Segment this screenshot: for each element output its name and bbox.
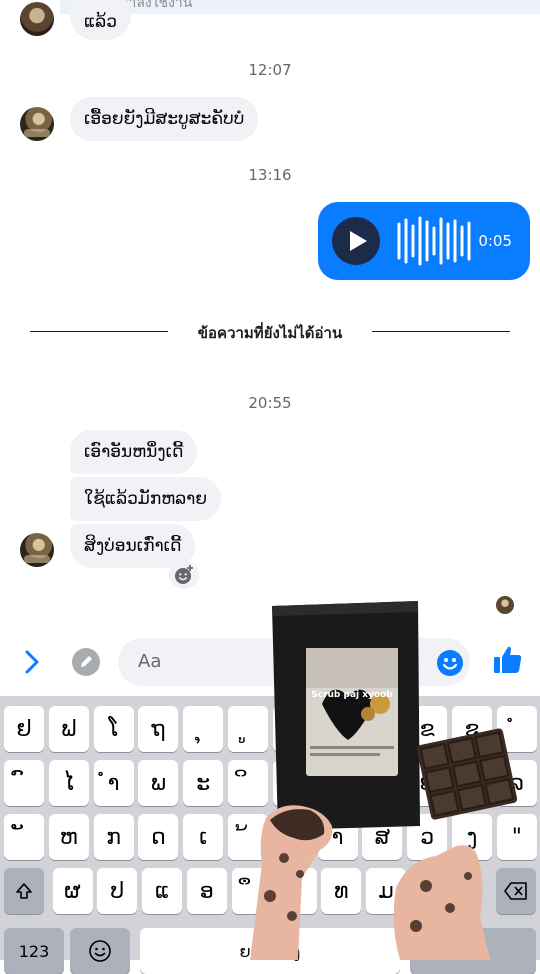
keyboard-key[interactable]: ຸ	[183, 706, 224, 752]
keyboard-key[interactable]: ໄ	[48, 760, 89, 806]
play-icon[interactable]	[332, 217, 380, 265]
product-label: Scrub paj xyoob	[311, 690, 393, 700]
contact-avatar[interactable]	[20, 107, 54, 141]
contact-avatar[interactable]	[20, 2, 54, 36]
voice-message[interactable]: 0:05	[318, 202, 530, 280]
keyboard-key[interactable]: ດ	[138, 814, 179, 860]
waveform-icon	[397, 216, 471, 266]
message-bubble[interactable]: ແລ້ວ	[70, 0, 131, 40]
keyboard-key[interactable]: ໂ	[93, 706, 134, 752]
keyboard-key[interactable]: ຟ	[48, 706, 89, 752]
keyboard-key[interactable]: ແ	[142, 868, 183, 914]
timestamp: 13:16	[248, 166, 292, 184]
unread-separator: ข้อความที่ยังไม่ได้อ่าน	[197, 324, 343, 342]
keyboard-key[interactable]: ຖ	[138, 706, 179, 752]
keyboard-key[interactable]: ຫ	[48, 814, 89, 860]
timestamp: 12:07	[248, 61, 292, 79]
keyboard-key[interactable]: ຜ	[52, 868, 93, 914]
keyboard-key[interactable]: ປ	[97, 868, 138, 914]
scrub-pouch-image: Scrub paj xyoob	[272, 601, 420, 830]
message-bubble[interactable]: ເອົາອັນຫນຶ່ງເດີ້	[70, 430, 198, 474]
keyboard-key[interactable]: ເ	[183, 814, 224, 860]
numbers-key[interactable]: 123	[4, 928, 64, 974]
keyboard-key[interactable]: ຢ	[4, 706, 44, 752]
add-reaction-icon[interactable]	[169, 561, 199, 589]
keyboard-key[interactable]: ພ	[138, 760, 179, 806]
keyboard-key[interactable]: ກ	[93, 814, 134, 860]
message-bubble[interactable]: ເອື້ອຍຍັງມີສະບູສະຄັບບໍ	[70, 97, 259, 141]
keyboard-key[interactable]: ະ	[183, 760, 224, 806]
keyboard-key[interactable]: ອ	[186, 868, 227, 914]
shift-key[interactable]	[4, 868, 44, 914]
keyboard-key[interactable]: ຳ	[93, 760, 134, 806]
emoji-key[interactable]	[70, 928, 130, 974]
keyboard-key[interactable]: ັ	[4, 814, 44, 860]
top-area: กำลังใช้งาน ແລ້ວ	[0, 0, 540, 40]
hand-image	[250, 805, 333, 960]
shift-icon	[16, 883, 32, 899]
voice-duration: 0:05	[478, 232, 512, 250]
message-bubble[interactable]: ໃຊ້ແລ້ວມັກຫລາຍ	[70, 477, 222, 521]
edit-icon[interactable]	[72, 648, 100, 676]
chocolate-bar-image	[416, 728, 518, 820]
emoji-keyboard-icon	[89, 940, 111, 962]
product-sticker[interactable]: Scrub paj xyoob	[240, 596, 530, 960]
keyboard-key[interactable]: ົ	[4, 760, 44, 806]
contact-avatar[interactable]	[20, 533, 54, 567]
chevron-right-icon[interactable]	[22, 648, 42, 676]
timestamp: 20:55	[248, 394, 292, 412]
input-placeholder: Aa	[138, 651, 162, 672]
hand-image	[393, 845, 490, 960]
